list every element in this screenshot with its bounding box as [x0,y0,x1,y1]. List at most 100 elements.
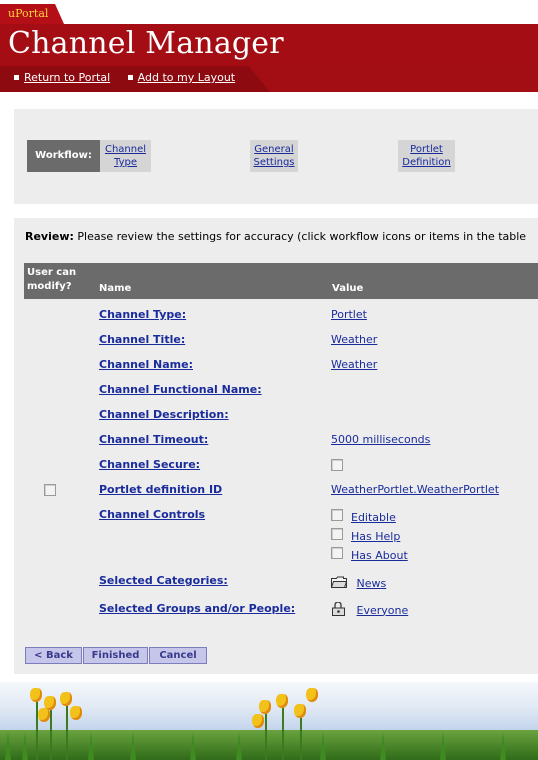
control-item: Has Help [331,528,400,543]
workflow-step-link[interactable]: General Settings [253,144,294,168]
value-link[interactable]: Weather [331,333,377,346]
review-instructions: Review: Please review the settings for a… [25,230,526,243]
table-row-value[interactable]: Weather [331,333,377,346]
table-row-value[interactable]: 5000 milliseconds [331,433,430,446]
group-lock-icon [331,601,347,619]
step-line: Channel [104,144,147,155]
value-link[interactable]: 5000 milliseconds [331,433,430,446]
table-row-value[interactable]: Weather [331,358,377,371]
uportal-tab[interactable]: uPortal [0,4,64,24]
grass [0,730,538,760]
page-title: Channel Manager [8,26,284,61]
tulip-stem [36,696,38,760]
value-link[interactable]: WeatherPortlet.WeatherPortlet [331,483,499,496]
footer-scenery [0,682,538,760]
table-row-value[interactable]: News [330,576,387,591]
value-link[interactable]: Everyone [357,604,409,617]
step-line: Definition [402,157,451,168]
review-label: Review: [25,230,74,243]
step-line: Type [114,157,137,168]
header-value: Value [332,283,364,294]
finished-button[interactable]: Finished [83,647,148,664]
grass-blade [22,732,28,760]
table-row-name[interactable]: Channel Description: [99,408,229,421]
row-link[interactable]: Channel Controls [99,508,205,521]
secure-checkbox[interactable] [331,459,343,471]
workflow-step-general-settings[interactable]: General Settings [250,140,298,172]
return-to-portal-link[interactable]: Return to Portal [24,71,110,84]
table-row-name[interactable]: Selected Categories: [99,574,228,587]
control-item: Has About [331,547,408,562]
secure-checkbox-cell [331,459,343,474]
header-text: User can [27,267,77,278]
table-row-value[interactable]: Portlet [331,308,367,321]
table-row-value[interactable]: WeatherPortlet.WeatherPortlet [331,483,499,496]
tulip-stem [50,704,52,760]
workflow-step-channel-type[interactable]: Channel Type [100,140,151,172]
row-link[interactable]: Selected Categories: [99,574,228,587]
row-link[interactable]: Channel Functional Name: [99,383,262,396]
back-button[interactable]: < Back [25,647,82,664]
row-link[interactable]: Channel Description: [99,408,229,421]
tulip [276,694,288,708]
table-row-name[interactable]: Channel Functional Name: [99,383,262,396]
step-line: Settings [253,157,295,168]
step-line: General [254,144,294,155]
row-link[interactable]: Portlet definition ID [99,483,222,496]
control-link[interactable]: Has Help [351,530,400,543]
grass-blade [130,732,136,760]
grass-blade [320,732,326,760]
tulip [252,714,264,728]
value-link[interactable]: Portlet [331,308,367,321]
has-about-checkbox[interactable] [331,547,343,559]
grass-blade [5,732,11,760]
table-row-name[interactable]: Channel Controls [99,508,205,521]
table-row-name[interactable]: Portlet definition ID [99,483,222,496]
table-row-name[interactable]: Channel Title: [99,333,185,346]
tulip [38,708,50,722]
grass-blade [440,732,446,760]
modify-checkbox-cell [44,484,56,499]
workflow-label: Workflow: [27,140,100,172]
tulip [306,688,318,702]
header-links: Return to Portal Add to my Layout [14,71,249,84]
row-link[interactable]: Channel Secure: [99,458,200,471]
table-row-name[interactable]: Selected Groups and/or People: [99,602,295,615]
control-link[interactable]: Has About [351,549,408,562]
user-can-modify-checkbox[interactable] [44,484,56,496]
has-help-checkbox[interactable] [331,528,343,540]
tulip [294,704,306,718]
value-link[interactable]: News [357,577,387,590]
header-name: Name [99,283,132,294]
header-user-can-modify: User can modify? [27,266,76,294]
add-to-layout-link[interactable]: Add to my Layout [138,71,235,84]
row-link[interactable]: Channel Title: [99,333,185,346]
grass-blade [190,732,196,760]
header-text: modify? [27,281,72,292]
tulip [70,706,82,720]
control-link[interactable]: Editable [351,511,396,524]
table-row-name[interactable]: Channel Name: [99,358,193,371]
row-link[interactable]: Selected Groups and/or People: [99,602,295,615]
cancel-button[interactable]: Cancel [149,647,207,664]
table-row-name[interactable]: Channel Type: [99,308,186,321]
bullet-icon [127,74,133,80]
grass-blade [88,732,94,760]
row-link[interactable]: Channel Name: [99,358,193,371]
workflow-step-portlet-definition[interactable]: Portlet Definition [398,140,455,172]
grass-blade [380,732,386,760]
review-text: Please review the settings for accuracy … [77,230,527,243]
grass-blade [236,732,242,760]
value-link[interactable]: Weather [331,358,377,371]
editable-checkbox[interactable] [331,509,343,521]
table-row-name[interactable]: Channel Timeout: [99,433,208,446]
workflow-step-link[interactable]: Channel Type [105,144,146,168]
tulip-stem [300,712,302,760]
tulip [60,692,72,706]
row-link[interactable]: Channel Type: [99,308,186,321]
table-row-name[interactable]: Channel Secure: [99,458,200,471]
row-link[interactable]: Channel Timeout: [99,433,208,446]
table-row-value[interactable]: Everyone [331,601,409,619]
folder-icon [330,576,348,591]
workflow-step-link[interactable]: Portlet Definition [402,144,450,168]
